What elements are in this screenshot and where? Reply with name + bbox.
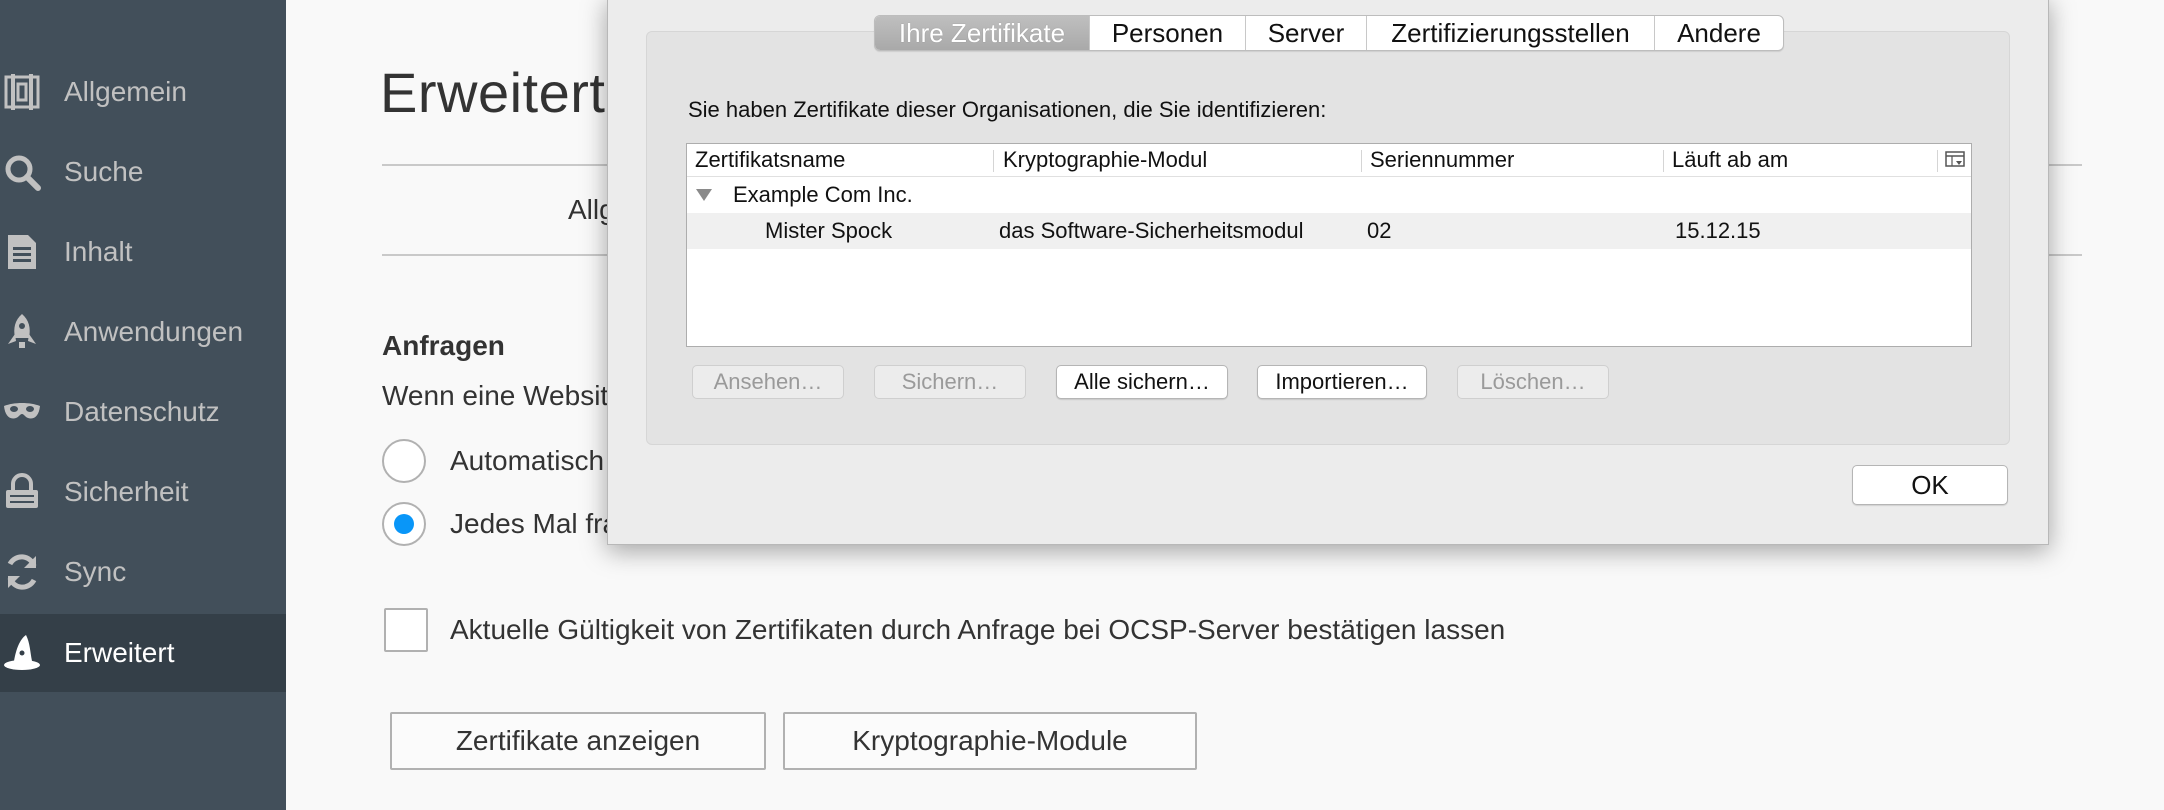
sidebar-item-anwendungen[interactable]: Anwendungen (0, 296, 286, 368)
column-header-serial[interactable]: Seriennummer (1370, 144, 1514, 176)
radio-button[interactable] (382, 439, 426, 483)
certificate-table[interactable]: Zertifikatsname Kryptographie-Modul Seri… (686, 143, 1972, 347)
sidebar-item-label: Inhalt (64, 236, 133, 267)
radio-option-automatic[interactable]: Automatisch (382, 436, 604, 486)
section-description: Wenn eine Website (382, 380, 624, 411)
column-separator[interactable] (1663, 150, 1664, 172)
sidebar-item-label: Sync (64, 556, 127, 587)
cell-serial: 02 (1367, 218, 1392, 243)
tab-authorities[interactable]: Zertifizierungsstellen (1366, 16, 1654, 50)
lock-icon (2, 472, 42, 512)
sidebar-item-label: Anwendungen (64, 316, 244, 347)
backup-button[interactable]: Sichern… (874, 365, 1026, 399)
page-title: Erweitert (380, 61, 606, 124)
disclosure-triangle-icon[interactable] (695, 177, 713, 213)
ocsp-checkbox-row[interactable]: Aktuelle Gültigkeit von Zertifikaten dur… (384, 608, 1505, 652)
radio-button[interactable] (382, 502, 426, 546)
tab-others[interactable]: Andere (1654, 16, 1783, 50)
sidebar-item-label: Sicherheit (64, 476, 189, 507)
cell-name: Mister Spock (765, 218, 893, 243)
sidebar-item-erweitert[interactable]: Erweitert (0, 614, 286, 692)
content-icon (2, 232, 42, 272)
search-icon (2, 152, 42, 192)
view-button[interactable]: Ansehen… (692, 365, 844, 399)
tab-your-certificates[interactable]: Ihre Zertifikate (875, 16, 1089, 50)
delete-button[interactable]: Löschen… (1457, 365, 1609, 399)
sidebar-item-label: Suche (64, 156, 144, 187)
sidebar-item-sicherheit[interactable]: Sicherheit (0, 456, 286, 528)
import-button[interactable]: Importieren… (1257, 365, 1427, 399)
sidebar-item-inhalt[interactable]: Inhalt (0, 216, 286, 288)
sidebar-item-suche[interactable]: Suche (0, 136, 286, 208)
backup-all-button[interactable]: Alle sichern… (1056, 365, 1228, 399)
ocsp-checkbox[interactable] (384, 608, 428, 652)
radio-option-ask-every-time[interactable]: Jedes Mal fra (382, 499, 618, 549)
view-certificates-button[interactable]: Zertifikate anzeigen (390, 712, 766, 770)
column-picker-icon[interactable] (1945, 144, 1965, 176)
cell-expires: 15.12.15 (1675, 218, 1761, 243)
radio-label: Automatisch (450, 445, 605, 476)
sidebar-item-sync[interactable]: Sync (0, 536, 286, 608)
wizard-hat-icon (2, 633, 42, 673)
column-separator[interactable] (1361, 150, 1362, 172)
group-name: Example Com Inc. (733, 182, 913, 207)
sync-icon (2, 552, 42, 592)
sidebar-item-datenschutz[interactable]: Datenschutz (0, 376, 286, 448)
table-row[interactable]: Mister Spock das Software-Sicherheitsmod… (687, 213, 1971, 249)
radio-label: Jedes Mal fra (450, 508, 619, 539)
tab-people[interactable]: Personen (1089, 16, 1245, 50)
dialog-description: Sie haben Zertifikate dieser Organisatio… (688, 97, 1327, 122)
column-header-module[interactable]: Kryptographie-Modul (1003, 144, 1207, 176)
column-separator[interactable] (993, 150, 994, 172)
sidebar-item-label: Allgemein (64, 76, 187, 107)
section-heading: Anfragen (382, 330, 505, 361)
tab-servers[interactable]: Server (1245, 16, 1366, 50)
sidebar-item-allgemein[interactable]: Allgemein (0, 56, 286, 128)
crypto-modules-button[interactable]: Kryptographie-Module (783, 712, 1197, 770)
column-header-expires[interactable]: Läuft ab am (1672, 144, 1788, 176)
sidebar-item-label: Erweitert (64, 637, 175, 668)
certificate-manager-dialog: Ihre Zertifikate Personen Server Zertifi… (607, 0, 2049, 545)
ok-button[interactable]: OK (1852, 465, 2008, 505)
table-row-group[interactable]: Example Com Inc. (687, 177, 1971, 213)
sidebar-item-label: Datenschutz (64, 396, 220, 427)
column-separator[interactable] (1937, 150, 1938, 172)
column-header-name[interactable]: Zertifikatsname (695, 144, 845, 176)
ocsp-checkbox-label: Aktuelle Gültigkeit von Zertifikaten dur… (450, 614, 1506, 645)
general-icon (2, 72, 42, 112)
certificate-tabs: Ihre Zertifikate Personen Server Zertifi… (874, 15, 1784, 51)
sidebar: Allgemein Suche Inhalt Anwendungen Daten… (0, 0, 286, 810)
privacy-mask-icon (2, 392, 42, 432)
applications-icon (2, 312, 42, 352)
cell-module: das Software-Sicherheitsmodul (999, 218, 1304, 243)
